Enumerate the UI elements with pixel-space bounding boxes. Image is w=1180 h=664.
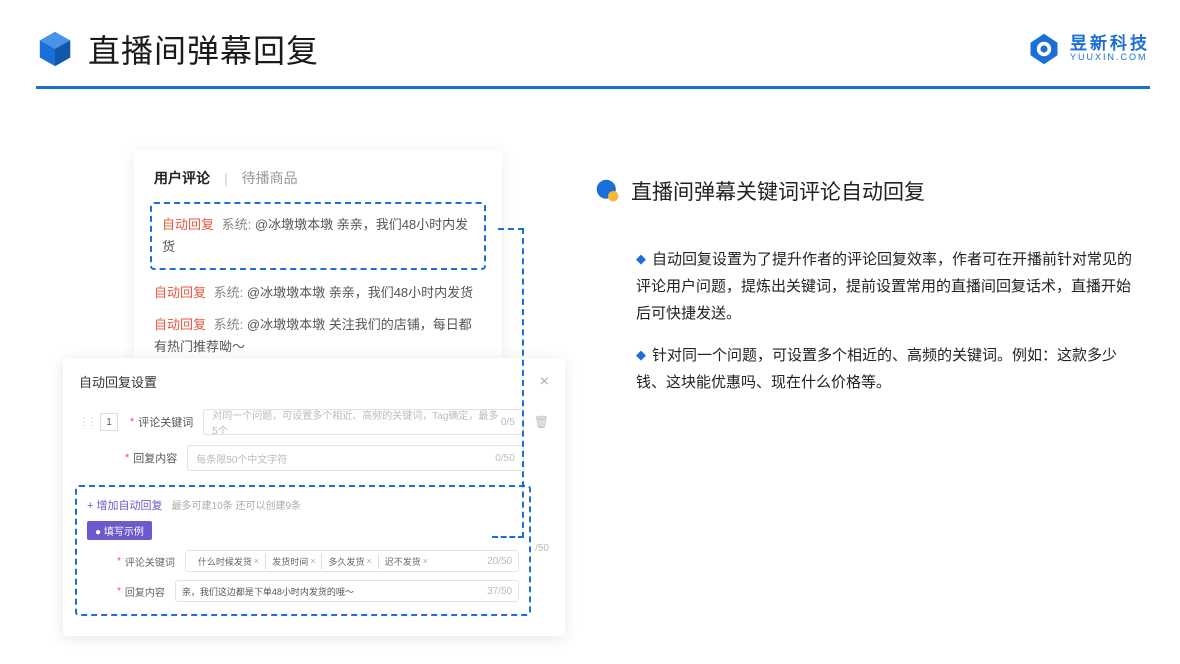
- connector-line: [492, 536, 524, 538]
- connector-line: [522, 228, 524, 538]
- cube-icon: [36, 30, 74, 68]
- content-row: * 回复内容 每条限50个中文字符 0/50 🗑: [79, 445, 549, 471]
- comment-text: @冰墩墩本墩 亲亲，我们48小时内发货: [247, 285, 473, 300]
- keyword-label: 评论关键词: [138, 414, 193, 430]
- keyword-placeholder: 对同一个问题，可设置多个相近、高频的关键词，Tag确定，最多5个: [212, 407, 501, 437]
- bullet-item: ◆自动回复设置为了提升作者的评论回复效率，作者可在开播前针对常见的评论用户问题，…: [636, 246, 1134, 327]
- keyword-tag[interactable]: 什么时候发货×: [192, 554, 266, 569]
- ex-keyword-count: 20/50: [487, 556, 512, 567]
- example-keyword-input[interactable]: 什么时候发货× 发货时间× 多久发货× 迟不发货× 20/50: [185, 550, 519, 572]
- section-heading: 直播间弹幕关键词评论自动回复: [595, 176, 925, 206]
- ex-content-label: 回复内容: [125, 584, 165, 599]
- content-count: 0/50: [495, 453, 514, 464]
- example-badge: ● 填写示例: [87, 521, 152, 540]
- comment-item: 自动回复 系统: @冰墩墩本墩 亲亲，我们48小时内发货: [154, 282, 482, 304]
- system-label: 系统:: [214, 317, 244, 332]
- auto-reply-tag: 自动回复: [154, 317, 206, 332]
- keyword-tag[interactable]: 多久发货×: [322, 554, 378, 569]
- keyword-input[interactable]: 对同一个问题，可设置多个相近、高频的关键词，Tag确定，最多5个 0/5: [203, 409, 523, 435]
- comment-item: 自动回复 系统: @冰墩墩本墩 关注我们的店铺，每日都有热门推荐呦～: [154, 314, 482, 358]
- keyword-tag[interactable]: 发货时间×: [266, 554, 322, 569]
- example-content-input[interactable]: 亲，我们这边都是下单48小时内发货的哦～ 37/50: [175, 580, 519, 602]
- brand-logo: 昱新科技 YUUXIN.COM: [1026, 31, 1150, 67]
- logo-mark-icon: [1026, 31, 1062, 67]
- system-label: 系统:: [222, 217, 252, 232]
- content-placeholder: 每条限50个中文字符: [196, 451, 287, 466]
- close-icon[interactable]: ×: [540, 373, 549, 391]
- outer-count: /50: [535, 543, 549, 554]
- page-header: 直播间弹幕回复 昱新科技 YUUXIN.COM: [36, 26, 1150, 89]
- auto-reply-tag: 自动回复: [162, 217, 214, 232]
- content-label: 回复内容: [133, 450, 177, 466]
- add-auto-reply-link[interactable]: + 增加自动回复 最多可建10条 还可以创建9条: [87, 497, 519, 513]
- diamond-icon: ◆: [636, 251, 646, 266]
- tab-pending-goods[interactable]: 待播商品: [242, 168, 298, 188]
- auto-reply-settings-card: 自动回复设置 × ⋮⋮ 1 * 评论关键词 对同一个问题，可设置多个相近、高频的…: [63, 358, 565, 636]
- example-keyword-row: * 评论关键词 什么时候发货× 发货时间× 多久发货× 迟不发货× 20/50: [87, 550, 519, 572]
- auto-reply-tag: 自动回复: [154, 285, 206, 300]
- page-title: 直播间弹幕回复: [88, 26, 319, 72]
- comments-card: 用户评论 | 待播商品 自动回复 系统: @冰墩墩本墩 亲亲，我们48小时内发货…: [134, 150, 502, 390]
- delete-icon[interactable]: 🗑: [534, 415, 549, 429]
- ex-content-count: 37/50: [487, 586, 512, 597]
- logo-en: YUUXIN.COM: [1070, 53, 1150, 63]
- tab-user-comments[interactable]: 用户评论: [154, 168, 210, 188]
- bubble-icon: [595, 178, 621, 204]
- system-label: 系统:: [214, 285, 244, 300]
- required-icon: *: [125, 452, 129, 464]
- section-heading-text: 直播间弹幕关键词评论自动回复: [631, 176, 925, 206]
- keyword-count: 0/5: [501, 417, 515, 428]
- add-tip: 最多可建10条 还可以创建9条: [172, 501, 301, 512]
- row-number: 1: [100, 413, 118, 431]
- tab-divider: |: [224, 170, 228, 186]
- drag-handle-icon[interactable]: ⋮⋮: [79, 417, 95, 428]
- header-rule: [36, 86, 1150, 89]
- bullet-item: ◆针对同一个问题，可设置多个相近的、高频的关键词。例如：这款多少钱、这块能优惠吗…: [636, 342, 1134, 396]
- example-block: + 增加自动回复 最多可建10条 还可以创建9条 ● 填写示例 * 评论关键词 …: [75, 485, 531, 616]
- diamond-icon: ◆: [636, 347, 646, 362]
- ex-content-text: 亲，我们这边都是下单48小时内发货的哦～: [182, 585, 354, 598]
- connector-line: [498, 228, 524, 230]
- required-icon: *: [130, 416, 134, 428]
- keyword-row: ⋮⋮ 1 * 评论关键词 对同一个问题，可设置多个相近、高频的关键词，Tag确定…: [79, 409, 549, 435]
- keyword-tag[interactable]: 迟不发货×: [379, 554, 434, 569]
- settings-title: 自动回复设置: [79, 372, 157, 391]
- example-content-row: * 回复内容 亲，我们这边都是下单48小时内发货的哦～ 37/50: [87, 580, 519, 602]
- required-icon: *: [117, 586, 121, 597]
- logo-cn: 昱新科技: [1070, 35, 1150, 54]
- required-icon: *: [117, 556, 121, 567]
- ex-keyword-label: 评论关键词: [125, 554, 175, 569]
- highlighted-comment: 自动回复 系统: @冰墩墩本墩 亲亲，我们48小时内发货: [150, 202, 486, 270]
- content-input[interactable]: 每条限50个中文字符 0/50: [187, 445, 523, 471]
